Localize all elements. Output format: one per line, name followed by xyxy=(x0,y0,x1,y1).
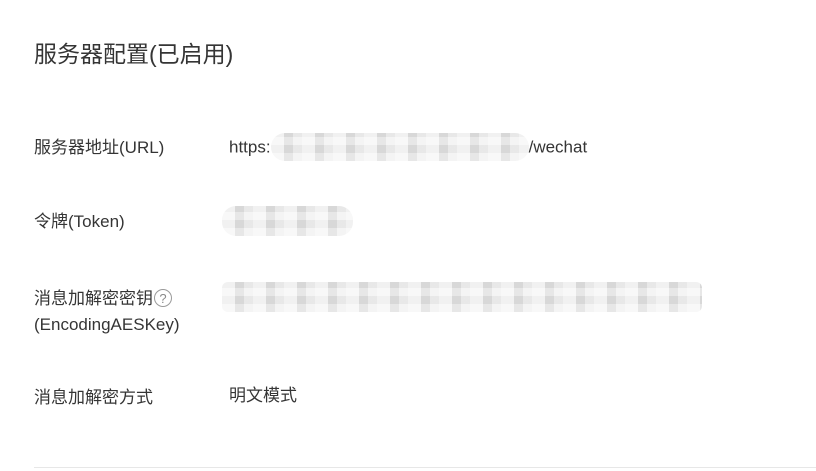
server-url-value: https: /wechat xyxy=(229,133,588,162)
aes-key-label-line2: (EncodingAESKey) xyxy=(34,315,180,334)
server-config-section: 服务器配置(已启用) 服务器地址(URL) https: /wechat 令牌(T… xyxy=(0,0,816,471)
encryption-mode-label: 消息加解密方式 xyxy=(34,388,153,407)
encryption-mode-value: 明文模式 xyxy=(229,386,297,405)
aes-key-value xyxy=(222,282,702,312)
redacted-url-segment xyxy=(270,133,529,161)
token-value xyxy=(222,206,353,236)
aes-key-label-line1: 消息加解密密钥 xyxy=(34,289,153,308)
server-url-prefix: https: xyxy=(229,137,271,157)
aes-key-label: 消息加解密密钥? xyxy=(34,286,172,312)
redacted-token xyxy=(222,206,353,236)
token-label: 令牌(Token) xyxy=(34,212,125,231)
section-divider xyxy=(34,467,816,468)
server-url-label: 服务器地址(URL) xyxy=(34,138,165,157)
section-title: 服务器配置(已启用) xyxy=(34,41,234,67)
question-circle-icon[interactable]: ? xyxy=(154,288,172,307)
server-url-suffix: /wechat xyxy=(528,137,588,157)
redacted-aes-key xyxy=(222,282,702,312)
